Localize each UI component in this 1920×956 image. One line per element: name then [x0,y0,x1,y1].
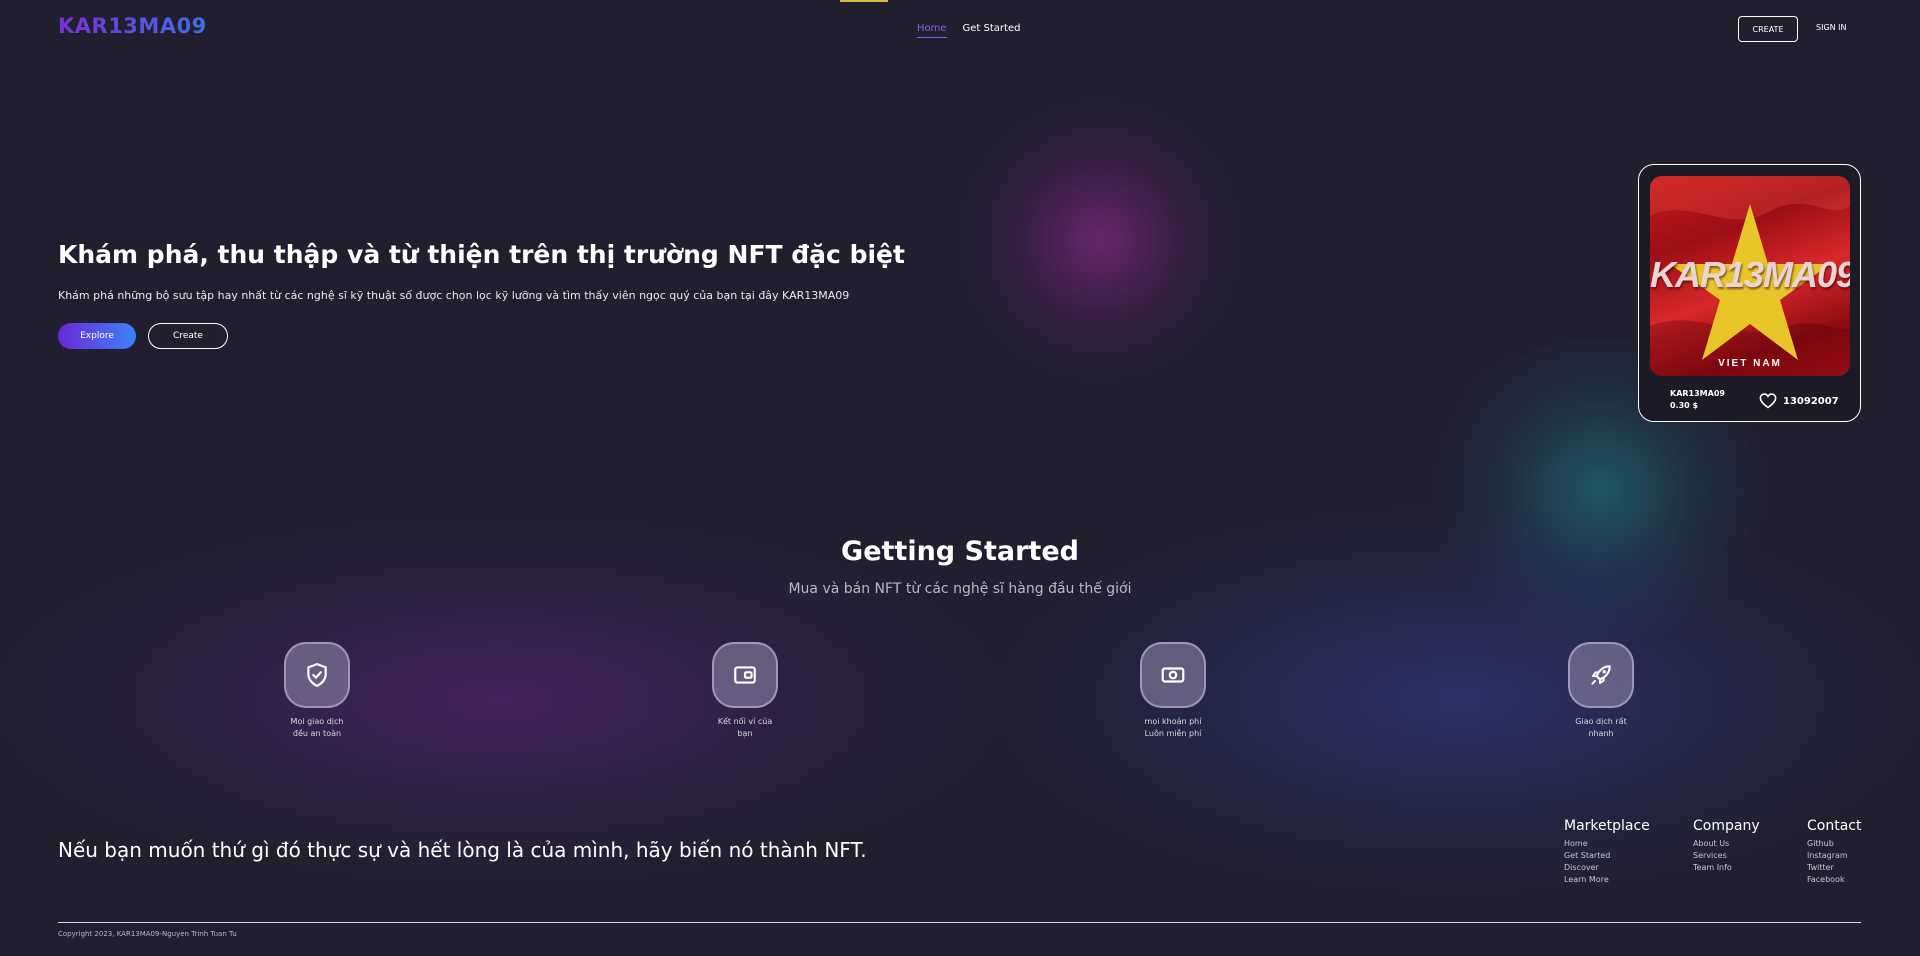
feature-label: Mọi giao dịch đều an toàn [290,717,344,738]
nft-art-subtitle: VIET NAM [1718,358,1782,369]
feature-item-free: mọi khoản phí Luôn miễn phí [1113,642,1233,740]
background-glow-purple [960,100,1240,380]
nft-card[interactable]: KAR13MA09 VIET NAM KAR13MA09 0.30 $ 1309… [1638,164,1861,422]
create-button[interactable]: CREATE [1738,16,1798,42]
hero-subtitle: Khám phá những bộ sưu tập hay nhất từ cá… [58,289,850,302]
feature-icon-box [284,642,350,708]
footer-link-about-us[interactable]: About Us [1693,838,1760,850]
footer-link-github[interactable]: Github [1807,838,1861,850]
footer-link-discover[interactable]: Discover [1564,862,1650,874]
nav-link-home[interactable]: Home [917,23,947,38]
footer-link-instagram[interactable]: Instagram [1807,850,1861,862]
nft-art-title: KAR13MA09 [1650,254,1850,295]
explore-button[interactable]: Explore [58,323,136,349]
nft-like[interactable]: 13092007 [1759,393,1839,409]
sign-in-link[interactable]: SIGN IN [1816,23,1847,32]
footer-link-home[interactable]: Home [1564,838,1650,850]
feature-label: mọi khoản phí Luôn miễn phí [1144,717,1202,738]
footer-column-title: Contact [1807,818,1862,834]
footer-link-learn-more[interactable]: Learn More [1564,874,1650,886]
footer-tagline: Nếu bạn muốn thứ gì đó thực sự và hết lò… [58,838,867,862]
footer-column-title: Marketplace [1564,818,1650,834]
site-logo[interactable]: KAR13MA09 [58,14,207,38]
money-icon [1161,667,1185,683]
getting-started-title: Getting Started [841,536,1079,567]
top-accent-bar [840,0,888,2]
hero-title: Khám phá, thu thập và từ thiện trên thị … [58,240,905,269]
footer-column-title: Company [1693,818,1760,834]
footer-column-contact: Contact Github Instagram Twitter Faceboo… [1807,818,1861,886]
main-nav: Home Get Started [917,23,1020,38]
footer-column-company: Company About Us Services Team Info [1693,818,1760,874]
footer-link-services[interactable]: Services [1693,850,1760,862]
heart-icon[interactable] [1759,393,1777,409]
rocket-icon [1591,665,1611,685]
feature-icon-box [1140,642,1206,708]
feature-item-fast: Giao dịch rất nhanh [1541,642,1661,740]
nft-price: 0.30 $ [1670,401,1699,410]
footer-link-twitter[interactable]: Twitter [1807,862,1861,874]
feature-item-secure: Mọi giao dịch đều an toàn [257,642,377,740]
background-glow-purple-bottom [0,520,1000,880]
feature-label: Giao dịch rất nhanh [1575,717,1627,738]
nft-image: KAR13MA09 VIET NAM [1650,176,1850,376]
nft-like-count: 13092007 [1783,395,1839,407]
getting-started-subtitle: Mua và bán NFT từ các nghệ sĩ hàng đầu t… [788,581,1132,597]
nav-link-get-started[interactable]: Get Started [963,23,1021,38]
footer-link-facebook[interactable]: Facebook [1807,874,1861,886]
nft-name: KAR13MA09 [1670,389,1725,398]
shield-check-icon [307,663,327,688]
footer-column-marketplace: Marketplace Home Get Started Discover Le… [1564,818,1650,886]
feature-item-wallet: Kết nối ví của bạn [685,642,805,740]
footer-link-get-started[interactable]: Get Started [1564,850,1650,862]
hero-create-button[interactable]: Create [148,323,228,349]
feature-icon-box [1568,642,1634,708]
wallet-icon [734,666,756,684]
footer-divider [58,922,1861,923]
feature-icon-box [712,642,778,708]
feature-label: Kết nối ví của bạn [717,717,773,738]
copyright-text: Copyright 2023, KAR13MA09-Nguyen Trinh T… [58,930,237,938]
footer-link-team-info[interactable]: Team Info [1693,862,1760,874]
